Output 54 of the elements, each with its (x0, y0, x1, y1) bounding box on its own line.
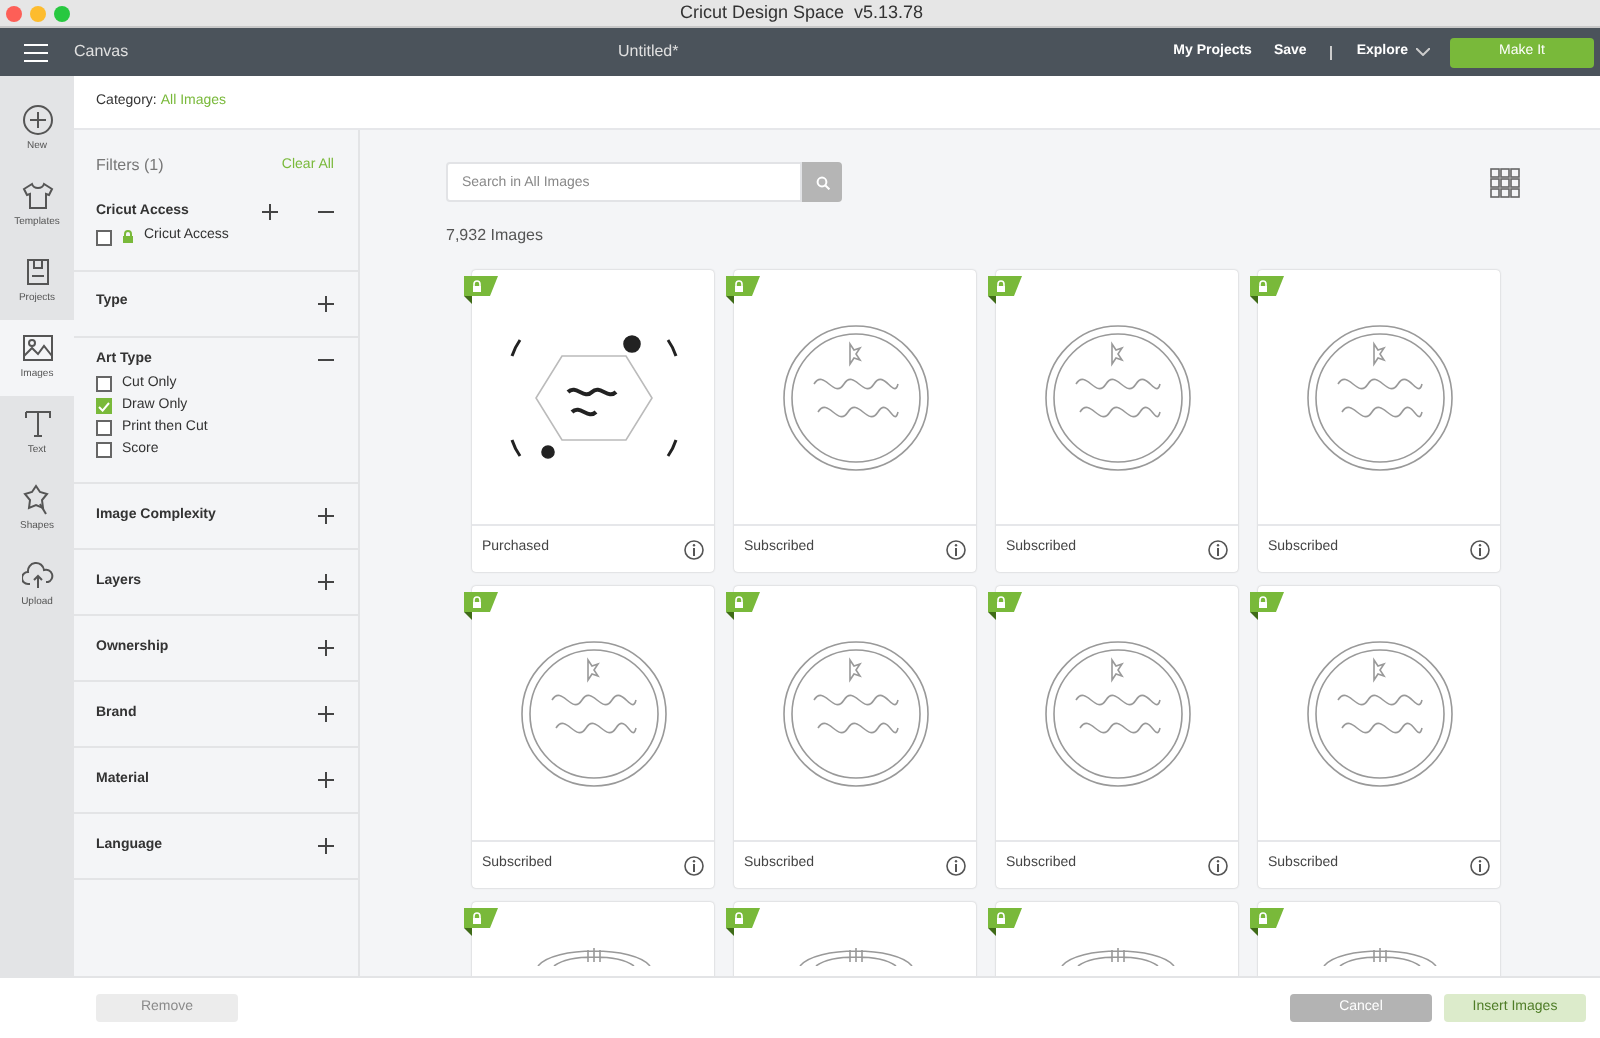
section-title: Canvas (74, 40, 129, 64)
line-art-drawing (1319, 942, 1439, 966)
chevron-icon (1416, 48, 1430, 56)
plus-icon[interactable] (318, 838, 334, 854)
info-icon[interactable] (684, 539, 704, 559)
access-tag-icon (988, 908, 1022, 936)
checkbox[interactable] (96, 420, 112, 436)
access-tag-icon (726, 908, 760, 936)
access-tag-icon (1250, 908, 1284, 936)
plus-icon[interactable] (318, 574, 334, 590)
access-tag-icon (464, 908, 498, 936)
access-tag-icon (988, 276, 1022, 304)
access-tag-icon (464, 276, 498, 304)
checkmark-icon (98, 401, 110, 411)
line-art-drawing (533, 942, 653, 966)
plus-icon[interactable] (318, 508, 334, 524)
checkbox[interactable] (96, 376, 112, 392)
info-icon[interactable] (1208, 855, 1228, 875)
text-icon (21, 408, 53, 440)
menu-icon[interactable] (24, 43, 48, 61)
access-tag-icon (726, 592, 760, 620)
cloud-upload-icon (21, 560, 53, 592)
info-icon[interactable] (1470, 855, 1490, 875)
checkbox[interactable] (96, 229, 112, 245)
result-count: 7,932 Images (444, 224, 545, 248)
plus-icon[interactable] (318, 706, 334, 722)
checkbox[interactable] (96, 442, 112, 458)
access-tag-icon (988, 592, 1022, 620)
lock-icon (122, 230, 134, 244)
plus-icon[interactable] (262, 204, 278, 221)
line-art-drawing (1057, 942, 1177, 966)
line-art-drawing (795, 942, 915, 966)
info-icon[interactable] (684, 855, 704, 875)
t-shirt-icon (21, 180, 53, 212)
info-icon[interactable] (946, 855, 966, 875)
info-icon[interactable] (1208, 539, 1228, 559)
shapes-icon (21, 484, 53, 516)
plus-icon[interactable] (318, 772, 334, 788)
info-icon[interactable] (1470, 539, 1490, 559)
search-icon (815, 175, 829, 189)
plus-circle-icon (21, 104, 53, 136)
plus-icon[interactable] (318, 640, 334, 656)
access-tag-icon (726, 276, 760, 304)
access-tag-icon (1250, 276, 1284, 304)
plus-icon[interactable] (318, 295, 334, 311)
folder-icon (21, 256, 53, 288)
filters-title: Filters (1) (96, 154, 164, 178)
info-icon[interactable] (946, 539, 966, 559)
access-tag-icon (1250, 592, 1284, 620)
image-icon (21, 332, 53, 364)
access-tag-icon (464, 592, 498, 620)
window-title: Cricut Design Space v5.13.78 (680, 0, 924, 26)
document-title: Untitled* (618, 40, 679, 64)
grid-view-icon[interactable] (1490, 167, 1520, 197)
